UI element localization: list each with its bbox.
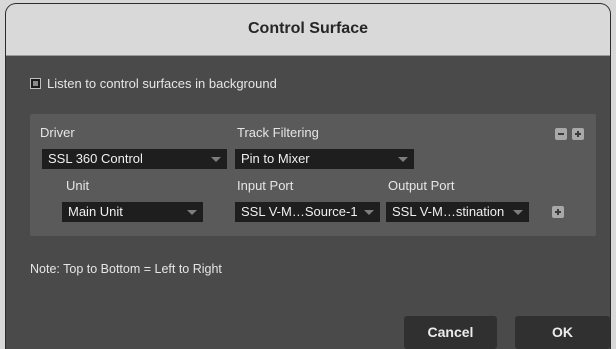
unit-value: Main Unit [68,204,123,219]
minus-icon [558,133,564,135]
remove-surface-button[interactable] [555,128,567,140]
unit-dropdown[interactable]: Main Unit [62,202,203,222]
surface-settings-panel: Driver Track Filtering SSL 360 Control P… [30,114,596,236]
add-surface-button[interactable] [572,128,584,140]
output-port-dropdown[interactable]: SSL V-M…stination [386,202,529,222]
chevron-down-icon [211,157,221,162]
input-port-dropdown[interactable]: SSL V-M…Source-1 [235,202,380,222]
listen-background-row[interactable]: Listen to control surfaces in background [30,76,277,91]
chevron-down-icon [513,210,523,215]
track-filtering-dropdown[interactable]: Pin to Mixer [235,149,414,169]
output-port-label: Output Port [388,178,455,193]
driver-value: SSL 360 Control [48,151,143,166]
driver-dropdown[interactable]: SSL 360 Control [42,149,227,169]
cancel-button[interactable]: Cancel [404,316,497,349]
driver-label: Driver [40,125,75,140]
chevron-down-icon [364,210,374,215]
output-port-value: SSL V-M…stination [392,204,505,219]
chevron-down-icon [398,157,408,162]
track-filtering-label: Track Filtering [237,125,319,140]
track-filtering-value: Pin to Mixer [241,151,310,166]
control-surface-dialog: Control Surface Listen to control surfac… [6,4,610,349]
chevron-down-icon [187,210,197,215]
ok-button[interactable]: OK [515,316,610,349]
unit-label: Unit [66,178,90,193]
listen-background-label: Listen to control surfaces in background [47,76,277,91]
note-text: Note: Top to Bottom = Left to Right [30,262,222,276]
input-port-label: Input Port [237,178,294,193]
input-port-value: SSL V-M…Source-1 [241,204,358,219]
dialog-title: Control Surface [247,20,368,37]
add-port-button[interactable] [552,206,564,218]
listen-background-checkbox[interactable] [30,78,41,89]
title-bar: Control Surface [6,4,610,56]
